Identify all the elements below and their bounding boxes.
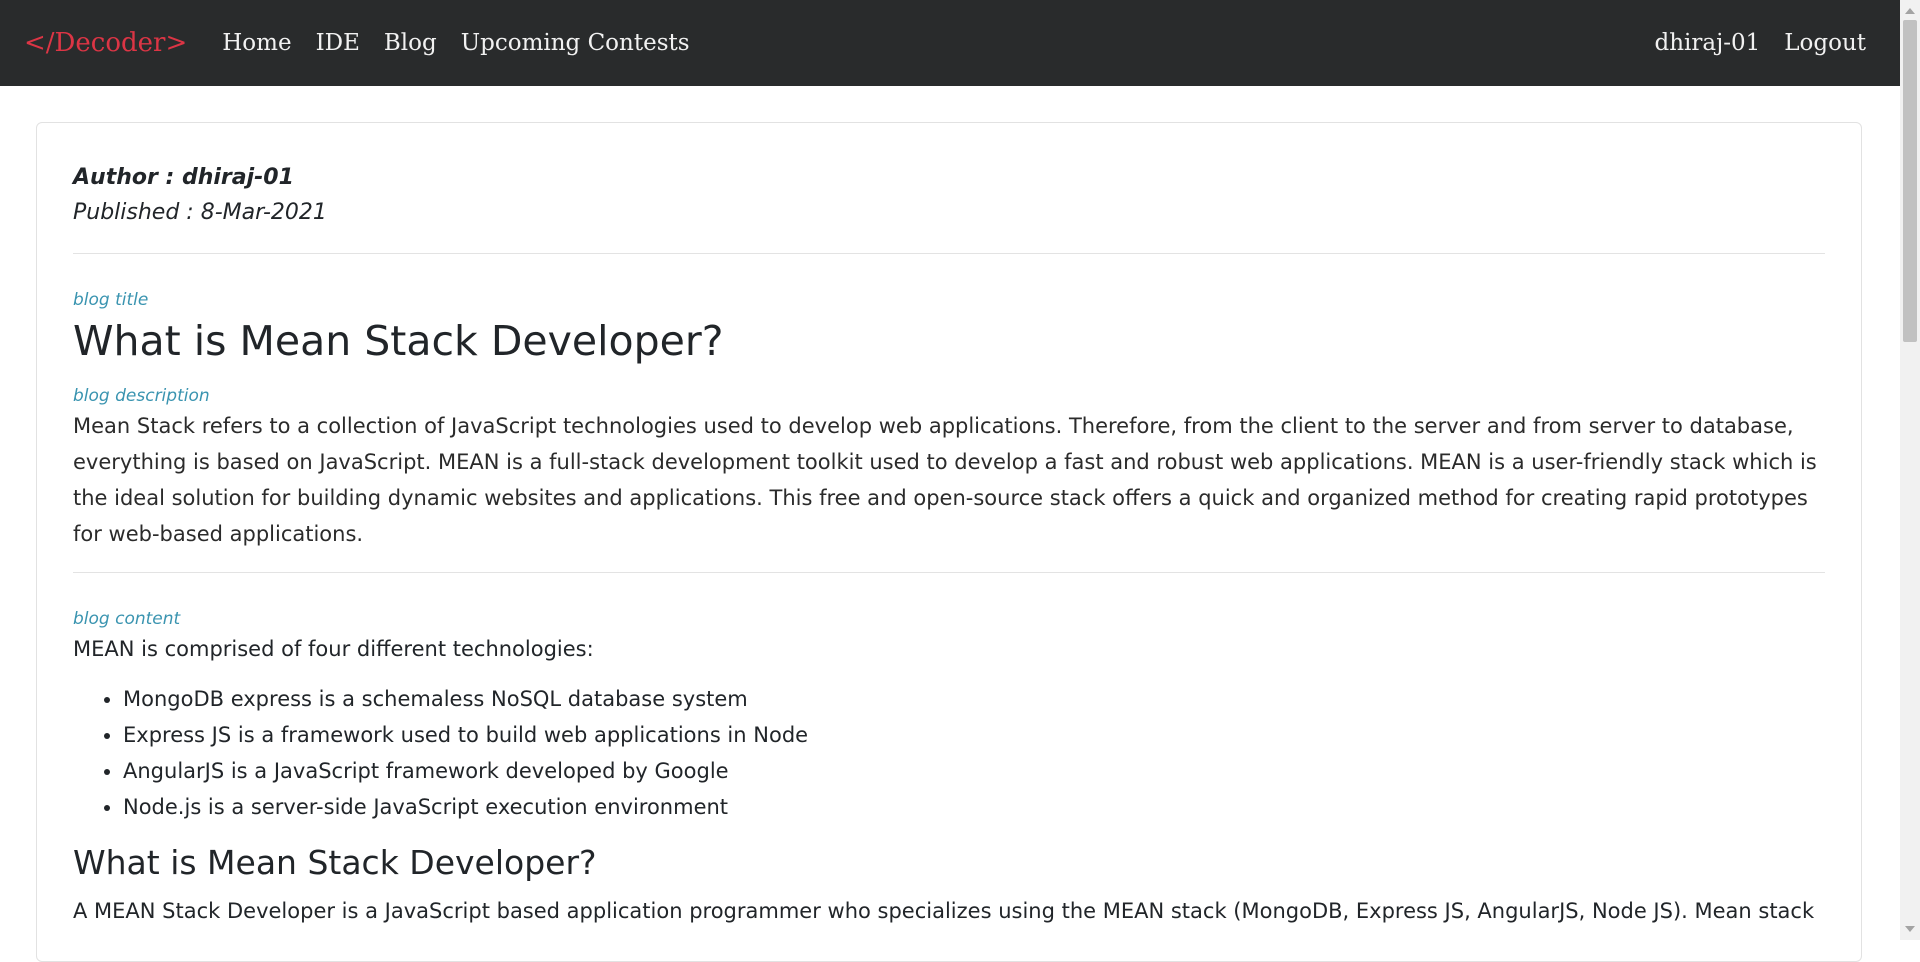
content-intro: MEAN is comprised of four different tech… xyxy=(73,637,594,661)
scrollbar-thumb[interactable] xyxy=(1903,20,1917,342)
divider xyxy=(73,253,1825,254)
list-item: AngularJS is a JavaScript framework deve… xyxy=(123,753,1825,789)
technology-list: MongoDB express is a schemaless NoSQL da… xyxy=(73,681,1825,825)
divider xyxy=(73,572,1825,573)
nav-link-home[interactable]: Home xyxy=(222,30,291,56)
nav-link-blog[interactable]: Blog xyxy=(384,30,437,56)
scroll-down-arrow-icon[interactable] xyxy=(1905,926,1915,932)
content-heading: What is Mean Stack Developer? xyxy=(73,843,597,882)
vertical-scrollbar[interactable] xyxy=(1900,0,1920,940)
nav-link-upcoming-contests[interactable]: Upcoming Contests xyxy=(461,30,690,56)
nav-link-ide[interactable]: IDE xyxy=(316,30,360,56)
blog-title-label: blog title xyxy=(73,290,149,310)
navbar: </Decoder> Home IDE Blog Upcoming Contes… xyxy=(0,0,1900,86)
logout-link[interactable]: Logout xyxy=(1784,30,1866,56)
blog-post-card: Author : dhiraj-01 Published : 8-Mar-202… xyxy=(36,122,1862,962)
nav-username[interactable]: dhiraj-01 xyxy=(1654,30,1760,56)
list-item: Node.js is a server-side JavaScript exec… xyxy=(123,789,1825,825)
post-published-date: Published : 8-Mar-2021 xyxy=(73,200,327,225)
content-paragraph: A MEAN Stack Developer is a JavaScript b… xyxy=(73,899,1815,923)
post-author: Author : dhiraj-01 xyxy=(73,165,294,190)
list-item: MongoDB express is a schemaless NoSQL da… xyxy=(123,681,1825,717)
nav-user-area: dhiraj-01 Logout xyxy=(1630,30,1866,56)
blog-description: Mean Stack refers to a collection of Jav… xyxy=(73,414,1817,546)
blog-description-label: blog description xyxy=(73,386,210,406)
list-item: Express JS is a framework used to build … xyxy=(123,717,1825,753)
nav-links: Home IDE Blog Upcoming Contests xyxy=(222,30,713,56)
scroll-up-arrow-icon[interactable] xyxy=(1905,8,1915,14)
blog-title: What is Mean Stack Developer? xyxy=(73,317,724,365)
brand-logo[interactable]: </Decoder> xyxy=(24,28,187,58)
blog-content-label: blog content xyxy=(73,609,181,629)
